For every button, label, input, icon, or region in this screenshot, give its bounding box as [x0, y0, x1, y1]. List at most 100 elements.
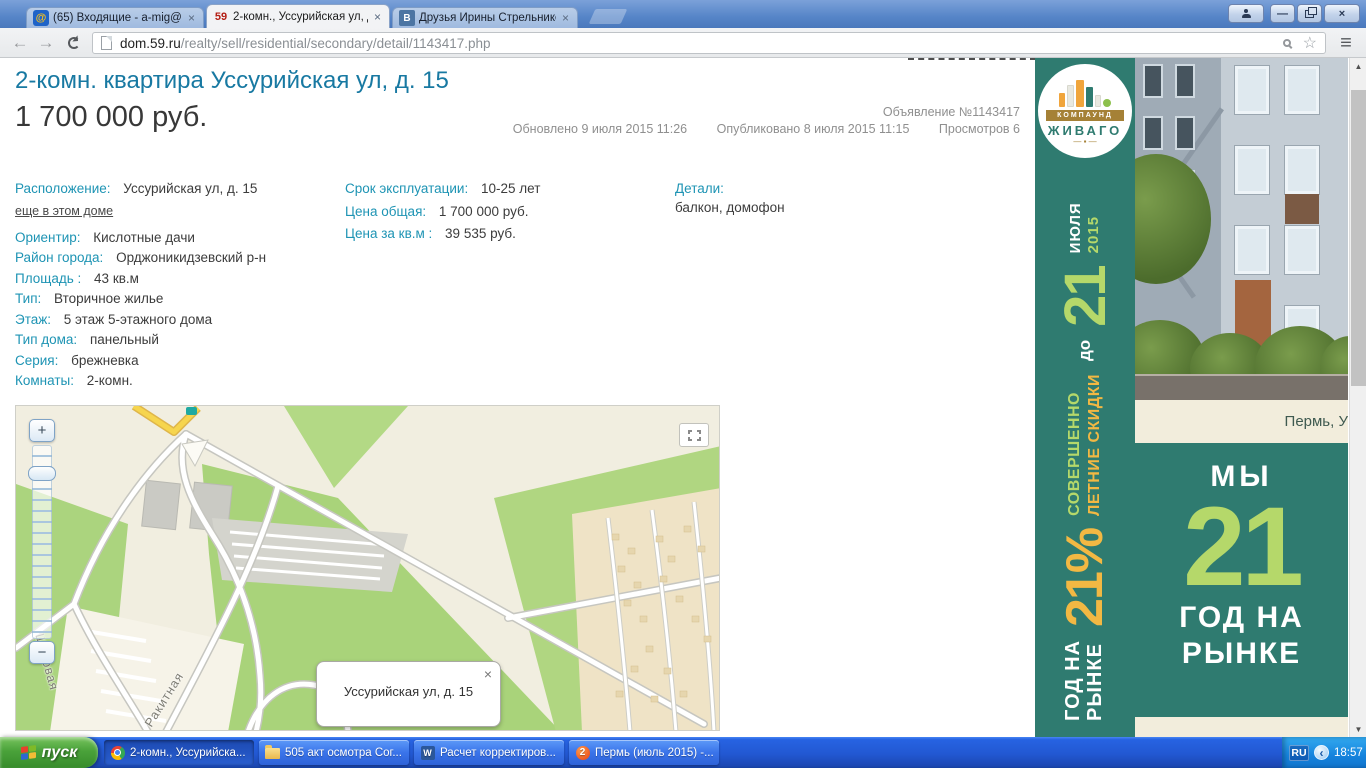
tab-mail[interactable]: @ (65) Входящие - a-mig@mai × [26, 7, 204, 28]
map-widget[interactable]: Щитовая Ракитная + − Уссурийская ул, д. … [15, 405, 720, 731]
taskbar-button-chrome[interactable]: 2-комн., Уссурийска... [104, 740, 254, 765]
map-popup-text: Уссурийская ул, д. 15 [343, 684, 474, 699]
ad-address-caption: Пермь, У [1135, 400, 1348, 443]
new-tab-button[interactable] [588, 9, 628, 24]
menu-button[interactable]: ≡ [1332, 31, 1360, 55]
maximize-button[interactable] [1297, 4, 1322, 23]
plus-icon: + [37, 422, 47, 439]
popup-close-icon[interactable]: × [484, 666, 492, 682]
arrow-down-icon: ▼ [1354, 724, 1363, 734]
detail-label: Срок эксплуатации: [345, 181, 469, 196]
taskbar-button-label: 505 акт осмотра Сог... [285, 746, 402, 759]
dashed-divider [908, 58, 1036, 60]
page-scrollbar[interactable]: ▲ ▼ [1349, 58, 1366, 737]
folder-icon [265, 745, 280, 759]
ad-bottom-strip [1135, 717, 1348, 737]
more-in-building-link[interactable]: еще в этом доме [15, 204, 113, 218]
map-fullscreen-button[interactable] [679, 423, 709, 447]
forward-button[interactable]: → [34, 33, 58, 53]
back-button[interactable]: ← [8, 33, 32, 53]
close-icon: × [1338, 7, 1346, 20]
detail-row: Район города: Орджоникидзевский р-н [15, 251, 340, 265]
ad-side-text: до [1075, 339, 1094, 362]
ad-banner[interactable]: ГОД НА РЫНКЕ 21% СОВЕРШЕННО ЛЕТНИЕ СКИДК… [1035, 58, 1348, 737]
profile-button[interactable] [1228, 4, 1264, 23]
detail-row: Срок эксплуатации: 10-25 лет [345, 182, 665, 196]
detail-value: балкон, домофон [675, 199, 785, 215]
map-zoom-slider-handle[interactable] [28, 466, 56, 481]
site-59-favicon-icon: 59 [214, 10, 228, 23]
address-bar[interactable]: dom.59.ru/realty/sell/residential/second… [92, 32, 1326, 54]
detail-label: Тип дома: [15, 332, 78, 347]
views-count: Просмотров 6 [938, 122, 1020, 136]
taskbar-button-2gis[interactable]: 2 Пермь (июль 2015) -... [569, 740, 719, 765]
url-path: /realty/sell/residential/secondary/detai… [180, 35, 491, 51]
map-popup-balloon: Уссурийская ул, д. 15 × [316, 661, 501, 727]
detail-row: Ориентир: Кислотные дачи [15, 229, 340, 245]
detail-label: Комнаты: [15, 373, 74, 388]
map-zoom-in-button[interactable]: + [29, 419, 55, 442]
reload-button[interactable] [62, 33, 86, 53]
zoom-page-icon[interactable] [1282, 39, 1291, 47]
forward-icon: → [37, 33, 55, 52]
detail-label: Цена за кв.м : [345, 226, 433, 241]
url-host: dom.59.ru [120, 35, 181, 51]
language-indicator[interactable]: RU [1289, 744, 1309, 761]
tab-close-icon[interactable]: × [372, 11, 383, 23]
logo-compound-text: КОМПАУНД [1046, 110, 1124, 121]
detail-value: Кислотные дачи [93, 229, 195, 245]
vk-favicon-icon: В [399, 10, 415, 26]
detail-row: Комнаты: 2-комн. [15, 374, 340, 388]
tab-vk[interactable]: В Друзья Ирины Стрельнико × [392, 7, 578, 28]
page-title: 2-комн. квартира Уссурийская ул, д. 15 [15, 67, 449, 94]
close-button[interactable]: × [1324, 4, 1360, 23]
detail-value: Уссурийская ул, д. 15 [123, 181, 258, 196]
ad-side-text: СОВЕРШЕННО [1066, 392, 1083, 516]
ad-side-text: ЛЕТНИЕ СКИДКИ [1086, 374, 1103, 516]
tray-chevron-icon[interactable]: ‹ [1314, 745, 1329, 760]
browser-toolbar: ← → dom.59.ru/realty/sell/residential/se… [0, 28, 1366, 58]
detail-value: 43 кв.м [94, 270, 139, 286]
back-icon: ← [11, 33, 29, 52]
detail-value: 5 этаж 5-этажного дома [63, 311, 213, 327]
detail-label: Район города: [15, 250, 104, 265]
scroll-down-button[interactable]: ▼ [1350, 721, 1366, 737]
ad-building-photo [1135, 58, 1348, 400]
detail-row: Этаж: 5 этаж 5-этажного дома [15, 311, 340, 327]
detail-label: Тип: [15, 291, 42, 306]
detail-label: Расположение: [15, 181, 111, 196]
taskbar-button-folder[interactable]: 505 акт осмотра Сог... [259, 740, 409, 765]
scroll-up-button[interactable]: ▲ [1350, 58, 1366, 74]
start-button[interactable]: пуск [0, 737, 98, 768]
tab-listing-active[interactable]: 59 2-комн., Уссурийская ул, д × [206, 4, 390, 28]
ad-side-text: ГОД НА [1062, 639, 1085, 721]
minimize-button[interactable]: — [1270, 4, 1295, 23]
scroll-thumb[interactable] [1351, 90, 1366, 386]
mail-favicon-icon: @ [33, 10, 49, 26]
taskbar-button-word[interactable]: W Расчет корректиров... [414, 740, 564, 765]
details-column-right: Детали: балкон, домофон [675, 182, 925, 221]
detail-row: Тип дома: панельный [15, 333, 340, 347]
detail-value: 10-25 лет [481, 181, 541, 196]
detail-value: 1 700 000 руб. [438, 203, 529, 219]
tab-title: (65) Входящие - a-mig@mai [53, 12, 182, 24]
ad-deadline-month: ИЮЛЯ [1067, 202, 1084, 254]
start-label: пуск [41, 743, 78, 761]
ad-side-text: РЫНКЕ [1084, 643, 1106, 721]
tab-close-icon[interactable]: × [186, 12, 197, 24]
detail-label: Цена общая: [345, 203, 427, 219]
listing-meta: Объявление №1143417 Обновлено 9 июля 201… [487, 104, 1020, 138]
ad-years-text: ГОД НА [1179, 601, 1304, 635]
reload-icon [68, 37, 80, 49]
map-zoom-out-button[interactable]: − [29, 641, 55, 664]
detail-row: Серия: брежневка [15, 353, 340, 368]
bookmark-star-icon[interactable]: ☆ [1303, 33, 1317, 53]
tab-close-icon[interactable]: × [560, 12, 571, 24]
page-icon [101, 36, 112, 50]
ad-deadline-year: 2015 [1085, 215, 1102, 254]
arrow-up-icon: ▲ [1354, 61, 1363, 71]
2gis-icon: 2 [575, 745, 590, 760]
chrome-icon [110, 745, 125, 760]
ad-discount-percent: 21% [1056, 528, 1114, 627]
detail-row: Цена за кв.м : 39 535 руб. [345, 227, 665, 241]
